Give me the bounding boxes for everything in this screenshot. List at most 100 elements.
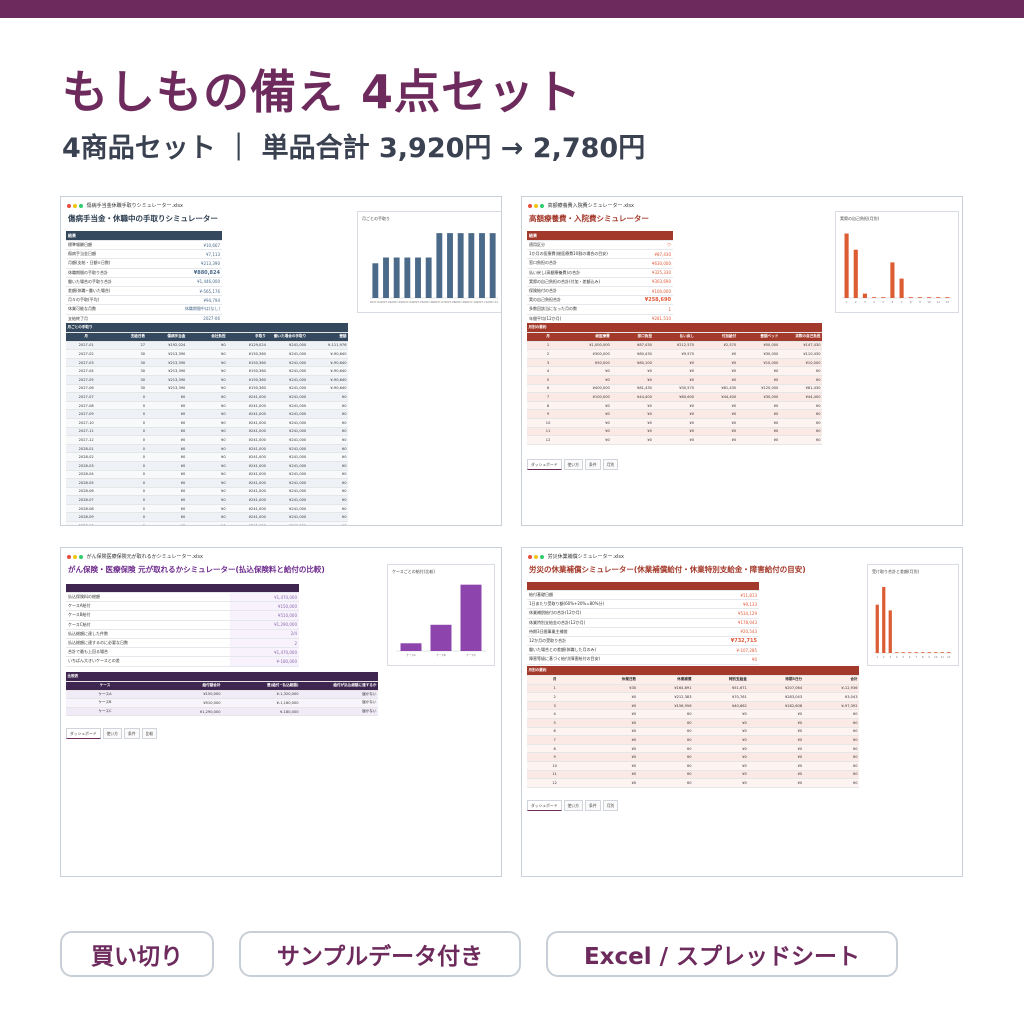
table-cell: ¥0 <box>569 435 612 445</box>
table-cell: ¥0 <box>695 366 738 376</box>
column-header[interactable]: 傷病手当金 <box>146 332 187 342</box>
column-header[interactable]: 特別支給金 <box>692 675 749 685</box>
table-cell: ¥241,000 <box>227 521 268 525</box>
kpi-label: 実際の自己負担の合計(付加・差額込み) <box>527 277 634 287</box>
column-header[interactable]: 会社負担 <box>186 332 228 342</box>
column-header[interactable]: 支給日数 <box>106 332 147 342</box>
kpi-value: ¥534,129 <box>694 608 759 619</box>
page-title: もしもの備え 4点セット <box>62 65 583 119</box>
table-cell: ¥0 <box>803 752 859 762</box>
kpi-row: いちばん大きいケースとの差 ¥-180,000 <box>66 656 299 667</box>
table-cell: 2027-06 <box>66 384 107 394</box>
sheet-tab[interactable]: 条件 <box>584 800 601 811</box>
table-cell: 0 <box>106 521 147 525</box>
chart-bar <box>917 297 922 298</box>
table-cell: 0 <box>106 401 147 411</box>
table-cell: ¥0 <box>692 778 749 788</box>
table-cell: ¥0 <box>692 744 749 754</box>
column-header[interactable]: 付加給付 <box>695 332 738 342</box>
sheet-tab[interactable]: 月別 <box>602 459 619 470</box>
chart-bar <box>940 652 944 653</box>
kpi-label: 払い戻し(高額療養費)の合計 <box>527 268 634 278</box>
sheet-tab[interactable]: 月別 <box>602 800 619 811</box>
column-header[interactable]: 待期3日分 <box>748 675 804 685</box>
column-header[interactable]: 実際の自己負担 <box>779 332 822 342</box>
kpi-label: 多数回該当になった月の数 <box>527 304 634 315</box>
column-header[interactable]: 合計 <box>803 675 859 685</box>
table-cell: ¥9,570 <box>653 349 696 359</box>
sheet-tab[interactable]: ダッシュボード <box>66 728 101 739</box>
column-header[interactable]: 月 <box>66 332 107 342</box>
chart-tick-label: ケースC <box>466 653 476 657</box>
sheet-tab[interactable]: 条件 <box>123 728 140 739</box>
kpi-label: 待期3日間事業主補償 <box>527 627 695 637</box>
table-cell: 2027-10 <box>66 418 107 428</box>
table-cell: ¥-180,000 <box>222 707 300 717</box>
table-cell: ¥241,000 <box>267 478 308 488</box>
table-cell: ¥3,043 <box>803 692 859 702</box>
table-row: 2 ¥0 ¥212,383 ¥70,761 ¥283,043 ¥3,043 <box>527 692 859 702</box>
table-cell: ¥241,000 <box>227 504 268 514</box>
column-header[interactable]: 窓口負担 <box>611 332 654 342</box>
chart-tick-label: ケースB <box>436 653 446 657</box>
sheet-tab[interactable]: ダッシュボード <box>527 459 562 470</box>
kpi-row: 払込保険料の総額 ¥1,470,000 <box>66 592 299 603</box>
close-dot-icon <box>528 554 532 559</box>
table-cell: 4 <box>527 366 570 376</box>
kpi-table: 給付基礎日額 ¥11,813 1日あたり受取り額(60%+20%=80%分) ¥9,1… <box>527 582 759 665</box>
table-cell: 0 <box>106 427 147 437</box>
column-header[interactable]: 働いた場合の手取り <box>267 332 308 342</box>
table-cell: ¥241,000 <box>227 495 268 505</box>
column-header[interactable]: 差額 <box>307 332 348 342</box>
table-cell: ¥0 <box>146 392 187 402</box>
sheet-tab[interactable]: 条件 <box>584 459 601 470</box>
table-cell: ¥0 <box>803 761 859 771</box>
sheet-title: がん保険・医療保険 元が取れるかシミュレーター(払込保険料と給付の比較) <box>68 565 325 574</box>
table-row: 6 ¥400,000 ¥81,430 ¥30,570 ¥81,430 ¥120,000 ¥8… <box>527 384 822 394</box>
kpi-label: 休業可能な月数 <box>66 304 152 315</box>
window-titlebar: 労災休業補償シミュレーター.xlsx <box>528 553 624 560</box>
sheet-tab[interactable]: 比較 <box>141 728 158 739</box>
column-header[interactable]: 差額ベッド <box>737 332 780 342</box>
column-header[interactable]: 払い戻し <box>653 332 696 342</box>
column-header[interactable]: 月 <box>527 675 583 685</box>
column-header[interactable]: ケース <box>66 681 144 691</box>
table-cell: ¥-1,160,000 <box>222 698 300 708</box>
column-header[interactable]: 総医療費 <box>569 332 612 342</box>
table-cell: ¥212,383 <box>637 692 693 702</box>
tag-sample-data: サンプルデータ付き <box>239 931 521 977</box>
kpi-value: ¥87,430 <box>633 249 673 260</box>
sheet-tab[interactable]: 使い方 <box>102 728 122 739</box>
column-header[interactable]: 月 <box>527 332 570 342</box>
table-cell: ¥0 <box>186 435 228 445</box>
kpi-label: 適用区分 <box>527 240 634 251</box>
table-cell: ¥241,000 <box>267 358 308 368</box>
column-header[interactable]: 給付が払込総額に達するか <box>300 681 378 691</box>
table-cell: 2027-08 <box>66 401 107 411</box>
table-row: 2027-09 0 ¥0 ¥0 ¥241,000 ¥241,000 ¥0 <box>66 409 348 419</box>
column-header[interactable]: 差(給付−払込総額) <box>222 681 300 691</box>
sheet-tab[interactable]: 使い方 <box>563 800 583 811</box>
column-header[interactable]: 休業日数 <box>582 675 638 685</box>
table-cell: ¥150,360 <box>227 384 268 394</box>
table-cell: ¥0 <box>307 444 348 454</box>
table-cell: ¥0 <box>637 761 693 771</box>
minimize-dot-icon <box>73 203 77 208</box>
column-header[interactable]: 給付額合計 <box>144 681 222 691</box>
kpi-row: ケースA給付 ¥150,000 <box>66 601 299 612</box>
table-cell: ¥0 <box>637 778 693 788</box>
table-header-row: 月休業日数 休業補償 特別支給金 待期3日分 合計 <box>527 675 859 685</box>
table-row: 8 ¥0 ¥0 ¥0 ¥0 ¥0 ¥0 <box>527 401 822 411</box>
column-header[interactable]: 休業補償 <box>637 675 693 685</box>
column-header[interactable]: 手取り <box>227 332 268 342</box>
sheet-tab[interactable]: 使い方 <box>563 459 583 470</box>
table-header-row: 月支給日数 傷病手当金 会社負担 手取り 働いた場合の手取り 差額 <box>66 332 348 342</box>
sheet-tab[interactable]: ダッシュボード <box>527 800 562 811</box>
table-cell: ¥0 <box>637 709 693 719</box>
table-row: 4 ¥0 ¥0 ¥0 ¥0 ¥0 <box>527 709 859 719</box>
chart-tick-label: 3 <box>889 655 891 659</box>
table-cell: ¥241,000 <box>227 452 268 462</box>
chart-tick-label: 2027-06 <box>423 300 434 304</box>
sheet-tabs: ダッシュボード 使い方 条件 月別 <box>527 459 619 470</box>
table-cell: 2027-03 <box>66 358 107 368</box>
